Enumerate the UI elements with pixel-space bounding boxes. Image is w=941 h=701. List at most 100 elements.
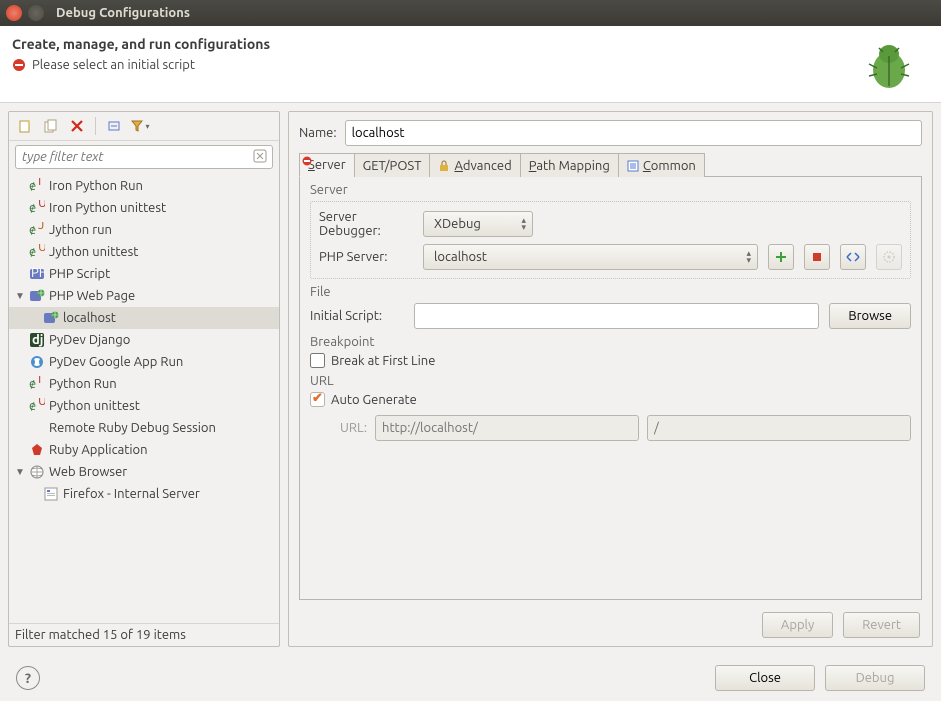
group-url-title: URL xyxy=(310,374,911,388)
auto-generate-input[interactable] xyxy=(310,392,325,407)
tree-item-icon: PHP xyxy=(29,266,45,282)
filter-button[interactable]: ▾ xyxy=(130,116,150,136)
tree-item-icon xyxy=(29,288,45,304)
tree-item-icon xyxy=(29,354,45,370)
tree-item[interactable]: ▶Ruby Application xyxy=(9,439,279,461)
tree-item[interactable]: Firefox - Internal Server xyxy=(9,483,279,505)
tree-item-icon: ɇU xyxy=(29,398,45,414)
window-minimize-button[interactable] xyxy=(28,5,44,21)
tab-pathmapping[interactable]: Path Mapping xyxy=(520,153,619,177)
tab-getpost[interactable]: GET/POST xyxy=(354,153,431,177)
tabs: Server GET/POST Advanced Path MappingCommon xyxy=(299,152,922,177)
tree-item-icon: ɇJ xyxy=(29,222,45,238)
php-server-value: localhost xyxy=(434,250,487,264)
duplicate-config-button[interactable] xyxy=(41,116,61,136)
php-server-label: PHP Server: xyxy=(319,250,413,264)
remove-server-button[interactable] xyxy=(804,244,830,270)
bug-icon xyxy=(861,36,917,92)
tree-item[interactable]: ▶ɇJJython run xyxy=(9,219,279,241)
tree-item-label: PHP Web Page xyxy=(49,289,135,303)
help-button[interactable]: ? xyxy=(16,666,40,690)
svg-text:dj: dj xyxy=(32,333,43,347)
filter-input[interactable] xyxy=(15,145,273,169)
auto-generate-label: Auto Generate xyxy=(331,393,417,407)
tab-advanced[interactable]: Advanced xyxy=(429,153,520,177)
tree-item[interactable]: ▶Remote Ruby Debug Session xyxy=(9,417,279,439)
server-debugger-value: XDebug xyxy=(434,217,481,231)
delete-config-button[interactable] xyxy=(67,116,87,136)
server-debugger-label: Server Debugger: xyxy=(319,210,413,238)
tree-item-icon: ɇU xyxy=(29,200,45,216)
server-debugger-select[interactable]: XDebug ▴▾ xyxy=(423,211,533,237)
tree-item[interactable]: ▶djPyDev Django xyxy=(9,329,279,351)
tree-item-label: Jython run xyxy=(49,223,112,237)
tab-body-server: Server Server Debugger: XDebug ▴▾ PHP Se… xyxy=(299,177,922,600)
name-label: Name: xyxy=(299,126,337,140)
clear-filter-icon[interactable] xyxy=(253,149,267,163)
collapse-all-button[interactable] xyxy=(104,116,124,136)
tree-item[interactable]: ▶PyDev Google App Run xyxy=(9,351,279,373)
url-base-input xyxy=(375,415,639,441)
break-first-line-label: Break at First Line xyxy=(331,354,435,368)
window-title: Debug Configurations xyxy=(56,6,190,20)
tree-item-icon xyxy=(29,420,45,436)
tree-item[interactable]: ▶ɇUPython unittest xyxy=(9,395,279,417)
tree-item-icon xyxy=(43,310,59,326)
break-first-line-checkbox[interactable]: Break at First Line xyxy=(310,353,911,368)
add-server-button[interactable] xyxy=(768,244,794,270)
left-toolbar: ▾ xyxy=(9,112,279,141)
svg-text:ɇ: ɇ xyxy=(29,245,36,259)
tab-label: Advanced xyxy=(454,159,511,173)
tree-item-label: Iron Python Run xyxy=(49,179,143,193)
expand-icon[interactable]: ▼ xyxy=(15,290,25,302)
svg-text:ɇ: ɇ xyxy=(29,223,36,237)
tree-item[interactable]: ▶ɇIIron Python Run xyxy=(9,175,279,197)
titlebar: Debug Configurations xyxy=(0,0,941,26)
tree-item-label: Python unittest xyxy=(49,399,140,413)
tree-item[interactable]: ▶PHPPHP Script xyxy=(9,263,279,285)
tree-item[interactable]: ▶ɇIPython Run xyxy=(9,373,279,395)
tree-item[interactable]: ▶ɇUJython unittest xyxy=(9,241,279,263)
php-server-select[interactable]: localhost ▴▾ xyxy=(423,244,758,270)
new-config-button[interactable] xyxy=(15,116,35,136)
error-icon xyxy=(12,58,26,72)
header: Create, manage, and run configurations P… xyxy=(0,26,941,103)
tree-item[interactable]: localhost xyxy=(9,307,279,329)
url-path-input xyxy=(647,415,911,441)
close-button[interactable]: Close xyxy=(715,665,815,691)
tree-item-label: PHP Script xyxy=(49,267,110,281)
tree-item[interactable]: ▶ɇUIron Python unittest xyxy=(9,197,279,219)
group-server-title: Server xyxy=(310,183,911,197)
window-close-button[interactable] xyxy=(6,5,22,21)
tree-item-label: Firefox - Internal Server xyxy=(63,487,200,501)
tree-item-label: Remote Ruby Debug Session xyxy=(49,421,216,435)
tab-common[interactable]: Common xyxy=(618,153,705,177)
header-error-text: Please select an initial script xyxy=(32,58,195,72)
svg-text:PHP: PHP xyxy=(31,266,45,280)
svg-text:I: I xyxy=(38,178,41,188)
initial-script-input[interactable] xyxy=(414,303,819,329)
tree-item[interactable]: ▼Web Browser xyxy=(9,461,279,483)
tree-item-icon: ɇI xyxy=(29,376,45,392)
auto-generate-checkbox[interactable]: Auto Generate xyxy=(310,392,911,407)
edit-server-button[interactable] xyxy=(840,244,866,270)
tab-server[interactable]: Server xyxy=(299,153,355,177)
expand-icon[interactable]: ▼ xyxy=(15,466,25,478)
tree-item-icon: ɇU xyxy=(29,244,45,260)
lock-icon xyxy=(438,160,450,172)
name-input[interactable] xyxy=(345,120,922,146)
tree-item[interactable]: ▼ PHP Web Page xyxy=(9,285,279,307)
config-tree[interactable]: ▶ɇIIron Python Run▶ɇUIron Python unittes… xyxy=(9,173,279,623)
tree-item-label: Python Run xyxy=(49,377,117,391)
svg-text:U: U xyxy=(38,200,45,210)
tree-item-label: PyDev Google App Run xyxy=(49,355,183,369)
header-error: Please select an initial script xyxy=(12,58,861,72)
tab-label: GET/POST xyxy=(363,159,422,173)
header-title: Create, manage, and run configurations xyxy=(12,36,861,52)
browse-button[interactable]: Browse xyxy=(829,303,911,329)
tree-item-label: Jython unittest xyxy=(49,245,138,259)
tree-item-icon xyxy=(29,442,45,458)
tree-item-label: Ruby Application xyxy=(49,443,148,457)
break-first-line-input[interactable] xyxy=(310,353,325,368)
svg-text:ɇ: ɇ xyxy=(29,201,36,215)
